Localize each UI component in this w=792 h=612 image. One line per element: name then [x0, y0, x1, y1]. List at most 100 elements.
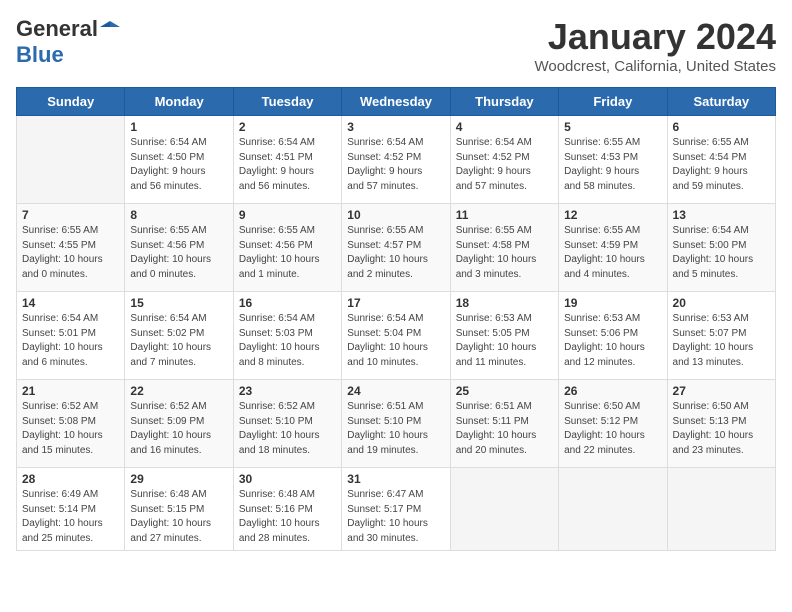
calendar-cell: 13Sunrise: 6:54 AM Sunset: 5:00 PM Dayli…	[667, 204, 775, 292]
day-number: 24	[347, 384, 444, 398]
day-number: 3	[347, 120, 444, 134]
month-title: January 2024	[534, 16, 776, 58]
day-info: Sunrise: 6:48 AM Sunset: 5:15 PM Dayligh…	[130, 488, 227, 546]
calendar-week-4: 21 Sunrise: 6:52 AM Sunset: 5:08 PM Dayli…	[17, 380, 776, 468]
day-info: Sunrise: 6:53 AM Sunset: 5:06 PM Dayligh…	[564, 312, 661, 370]
day-info: Sunrise: 6:55 AM Sunset: 4:53 PM Dayligh…	[564, 136, 661, 194]
day-info: Sunrise: 6:54 AM Sunset: 5:04 PM Dayligh…	[347, 312, 444, 370]
calendar-cell: 16 Sunrise: 6:54 AM Sunset: 5:03 PM Dayli…	[233, 292, 341, 380]
calendar-cell: 24Sunrise: 6:51 AM Sunset: 5:10 PM Dayli…	[342, 380, 450, 468]
day-number: 9	[239, 208, 336, 222]
day-number: 30	[239, 472, 336, 486]
day-info: Sunrise: 6:55 AM Sunset: 4:58 PM Dayligh…	[456, 224, 553, 282]
weekday-header-tuesday: Tuesday	[233, 88, 341, 116]
calendar-cell: 27Sunrise: 6:50 AM Sunset: 5:13 PM Dayli…	[667, 380, 775, 468]
weekday-header-friday: Friday	[559, 88, 667, 116]
day-number: 23	[239, 384, 336, 398]
day-number: 8	[130, 208, 227, 222]
calendar-cell: 3 Sunrise: 6:54 AM Sunset: 4:52 PM Daylig…	[342, 116, 450, 204]
day-number: 1	[130, 120, 227, 134]
weekday-header-monday: Monday	[125, 88, 233, 116]
day-number: 11	[456, 208, 553, 222]
day-info: Sunrise: 6:55 AM Sunset: 4:56 PM Dayligh…	[130, 224, 227, 282]
day-info: Sunrise: 6:47 AM Sunset: 5:17 PM Dayligh…	[347, 488, 444, 546]
calendar-cell: 20 Sunrise: 6:53 AM Sunset: 5:07 PM Dayli…	[667, 292, 775, 380]
day-number: 15	[130, 296, 227, 310]
day-number: 29	[130, 472, 227, 486]
day-number: 10	[347, 208, 444, 222]
day-info: Sunrise: 6:54 AM Sunset: 4:51 PM Dayligh…	[239, 136, 336, 194]
day-info: Sunrise: 6:55 AM Sunset: 4:59 PM Dayligh…	[564, 224, 661, 282]
day-number: 16	[239, 296, 336, 310]
calendar-cell: 4 Sunrise: 6:54 AM Sunset: 4:52 PM Daylig…	[450, 116, 558, 204]
day-number: 7	[22, 208, 119, 222]
day-info: Sunrise: 6:50 AM Sunset: 5:12 PM Dayligh…	[564, 400, 661, 458]
calendar-cell: 7 Sunrise: 6:55 AM Sunset: 4:55 PM Daylig…	[17, 204, 125, 292]
calendar-cell: 23Sunrise: 6:52 AM Sunset: 5:10 PM Dayli…	[233, 380, 341, 468]
calendar-cell: 21 Sunrise: 6:52 AM Sunset: 5:08 PM Dayli…	[17, 380, 125, 468]
calendar-table: SundayMondayTuesdayWednesdayThursdayFrid…	[16, 87, 776, 551]
day-number: 20	[673, 296, 770, 310]
day-info: Sunrise: 6:54 AM Sunset: 4:52 PM Dayligh…	[347, 136, 444, 194]
day-info: Sunrise: 6:52 AM Sunset: 5:09 PM Dayligh…	[130, 400, 227, 458]
day-number: 28	[22, 472, 119, 486]
calendar-week-2: 7 Sunrise: 6:55 AM Sunset: 4:55 PM Daylig…	[17, 204, 776, 292]
calendar-cell: 8 Sunrise: 6:55 AM Sunset: 4:56 PM Daylig…	[125, 204, 233, 292]
calendar-week-5: 28 Sunrise: 6:49 AM Sunset: 5:14 PM Dayli…	[17, 468, 776, 551]
calendar-cell: 6Sunrise: 6:55 AM Sunset: 4:54 PM Daylig…	[667, 116, 775, 204]
logo-blue-text: Blue	[16, 42, 64, 67]
calendar-cell	[667, 468, 775, 551]
day-number: 26	[564, 384, 661, 398]
day-number: 18	[456, 296, 553, 310]
day-number: 31	[347, 472, 444, 486]
calendar-cell: 5Sunrise: 6:55 AM Sunset: 4:53 PM Daylig…	[559, 116, 667, 204]
calendar-cell	[559, 468, 667, 551]
day-number: 13	[673, 208, 770, 222]
calendar-cell: 11 Sunrise: 6:55 AM Sunset: 4:58 PM Dayli…	[450, 204, 558, 292]
calendar-cell: 12Sunrise: 6:55 AM Sunset: 4:59 PM Dayli…	[559, 204, 667, 292]
logo: General Blue	[16, 16, 120, 68]
calendar-week-3: 14 Sunrise: 6:54 AM Sunset: 5:01 PM Dayli…	[17, 292, 776, 380]
day-info: Sunrise: 6:54 AM Sunset: 5:02 PM Dayligh…	[130, 312, 227, 370]
calendar-cell: 18 Sunrise: 6:53 AM Sunset: 5:05 PM Dayli…	[450, 292, 558, 380]
day-number: 25	[456, 384, 553, 398]
day-number: 14	[22, 296, 119, 310]
day-info: Sunrise: 6:55 AM Sunset: 4:56 PM Dayligh…	[239, 224, 336, 282]
day-info: Sunrise: 6:52 AM Sunset: 5:08 PM Dayligh…	[22, 400, 119, 458]
calendar-cell: 15 Sunrise: 6:54 AM Sunset: 5:02 PM Dayli…	[125, 292, 233, 380]
day-number: 4	[456, 120, 553, 134]
calendar-cell	[450, 468, 558, 551]
calendar-cell: 26 Sunrise: 6:50 AM Sunset: 5:12 PM Dayli…	[559, 380, 667, 468]
day-info: Sunrise: 6:53 AM Sunset: 5:05 PM Dayligh…	[456, 312, 553, 370]
calendar-cell: 28 Sunrise: 6:49 AM Sunset: 5:14 PM Dayli…	[17, 468, 125, 551]
calendar-cell: 19 Sunrise: 6:53 AM Sunset: 5:06 PM Dayli…	[559, 292, 667, 380]
day-info: Sunrise: 6:55 AM Sunset: 4:57 PM Dayligh…	[347, 224, 444, 282]
logo-bird-icon	[100, 19, 120, 39]
weekday-header-row: SundayMondayTuesdayWednesdayThursdayFrid…	[17, 88, 776, 116]
logo-general-text: General	[16, 16, 98, 42]
calendar-cell: 30Sunrise: 6:48 AM Sunset: 5:16 PM Dayli…	[233, 468, 341, 551]
calendar-cell: 31 Sunrise: 6:47 AM Sunset: 5:17 PM Dayli…	[342, 468, 450, 551]
day-info: Sunrise: 6:49 AM Sunset: 5:14 PM Dayligh…	[22, 488, 119, 546]
weekday-header-sunday: Sunday	[17, 88, 125, 116]
calendar-cell: 29 Sunrise: 6:48 AM Sunset: 5:15 PM Dayli…	[125, 468, 233, 551]
day-info: Sunrise: 6:53 AM Sunset: 5:07 PM Dayligh…	[673, 312, 770, 370]
day-number: 19	[564, 296, 661, 310]
weekday-header-saturday: Saturday	[667, 88, 775, 116]
day-info: Sunrise: 6:55 AM Sunset: 4:54 PM Dayligh…	[673, 136, 770, 194]
calendar-cell: 9 Sunrise: 6:55 AM Sunset: 4:56 PM Daylig…	[233, 204, 341, 292]
day-info: Sunrise: 6:54 AM Sunset: 5:03 PM Dayligh…	[239, 312, 336, 370]
calendar-cell: 1Sunrise: 6:54 AM Sunset: 4:50 PM Daylig…	[125, 116, 233, 204]
day-info: Sunrise: 6:54 AM Sunset: 4:52 PM Dayligh…	[456, 136, 553, 194]
day-info: Sunrise: 6:50 AM Sunset: 5:13 PM Dayligh…	[673, 400, 770, 458]
day-number: 22	[130, 384, 227, 398]
weekday-header-thursday: Thursday	[450, 88, 558, 116]
calendar-cell	[17, 116, 125, 204]
day-info: Sunrise: 6:55 AM Sunset: 4:55 PM Dayligh…	[22, 224, 119, 282]
calendar-cell: 25Sunrise: 6:51 AM Sunset: 5:11 PM Dayli…	[450, 380, 558, 468]
day-info: Sunrise: 6:54 AM Sunset: 5:01 PM Dayligh…	[22, 312, 119, 370]
title-block: January 2024 Woodcrest, California, Unit…	[534, 16, 776, 75]
calendar-cell: 10 Sunrise: 6:55 AM Sunset: 4:57 PM Dayli…	[342, 204, 450, 292]
day-number: 21	[22, 384, 119, 398]
location-subtitle: Woodcrest, California, United States	[534, 58, 776, 75]
